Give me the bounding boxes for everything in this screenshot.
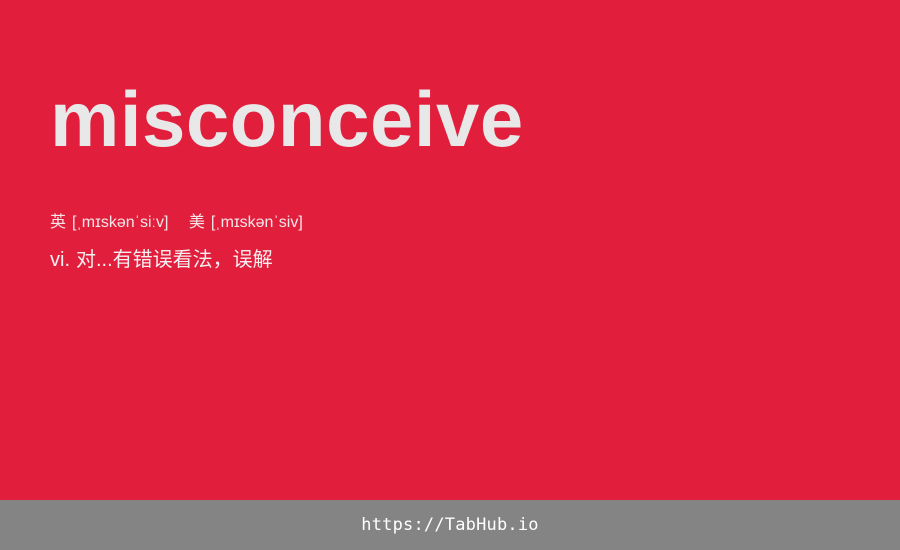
phonetic-uk-label: 英: [50, 214, 67, 231]
word-card: misconceive 英 [ˌmɪskənˈsiːv] 美 [ˌmɪskənˈsi…: [0, 0, 900, 500]
footer-bar: https://TabHub.io: [0, 500, 900, 550]
footer-link[interactable]: https://TabHub.io: [361, 515, 538, 535]
word-title: misconceive: [50, 75, 524, 163]
part-of-speech: vi.: [50, 249, 70, 271]
phonetic-us-ipa: [ˌmɪskənˈsiv]: [210, 214, 303, 231]
phonetic-us: 美 [ˌmɪskənˈsiv]: [189, 212, 303, 234]
phonetics-row: 英 [ˌmɪskənˈsiːv] 美 [ˌmɪskənˈsiv]: [50, 212, 303, 234]
phonetic-uk: 英 [ˌmɪskənˈsiːv]: [50, 212, 168, 234]
definition-row: vi. 对...有错误看法，误解: [50, 246, 273, 274]
phonetic-us-label: 美: [188, 214, 205, 231]
phonetic-uk-ipa: [ˌmɪskənˈsiːv]: [72, 214, 169, 231]
definition-text: 对...有错误看法，误解: [76, 249, 273, 271]
